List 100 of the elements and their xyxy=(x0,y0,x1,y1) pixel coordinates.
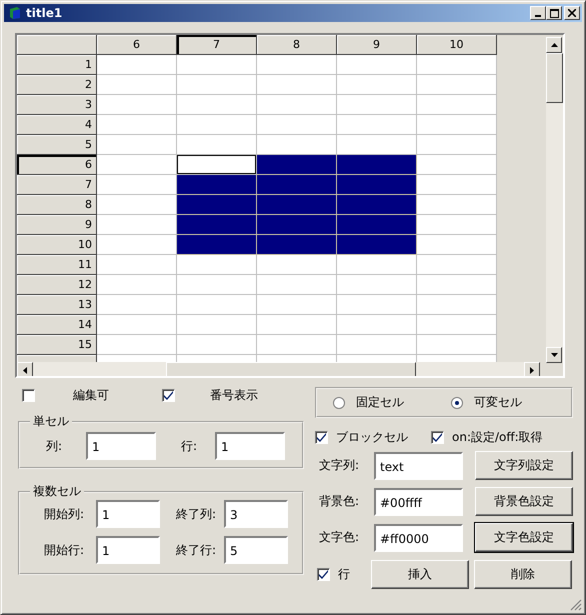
row-header[interactable]: 4 xyxy=(17,115,97,135)
maximize-button[interactable] xyxy=(546,6,562,20)
grid-cell[interactable] xyxy=(97,235,177,255)
grid-cell[interactable] xyxy=(257,135,337,155)
text-field[interactable]: 5 xyxy=(224,536,288,564)
grid-cell[interactable] xyxy=(257,315,337,335)
grid-cell[interactable] xyxy=(257,115,337,135)
grid-cell[interactable] xyxy=(337,215,417,235)
row-header[interactable]: 11 xyxy=(17,255,97,275)
grid-cell[interactable] xyxy=(177,275,257,295)
text-field[interactable]: #00ffff xyxy=(374,488,463,516)
grid-cell[interactable] xyxy=(417,255,497,275)
scroll-down-button[interactable] xyxy=(546,347,562,363)
set-button[interactable]: 背景色設定 xyxy=(475,487,573,516)
grid-cell[interactable] xyxy=(337,335,417,355)
grid-cell[interactable] xyxy=(337,195,417,215)
text-field[interactable]: #ff0000 xyxy=(374,524,463,552)
grid-cell[interactable] xyxy=(177,95,257,115)
radio-button[interactable] xyxy=(451,396,463,408)
grid-cell[interactable] xyxy=(337,235,417,255)
grid-cell[interactable] xyxy=(177,235,257,255)
row-header[interactable]: 1 xyxy=(17,55,97,75)
grid-cell[interactable] xyxy=(97,335,177,355)
grid-cell[interactable] xyxy=(417,215,497,235)
row-header[interactable]: 6 xyxy=(17,155,97,175)
scroll-thumb[interactable] xyxy=(166,362,416,376)
checkbox[interactable] xyxy=(22,388,35,402)
grid-cell[interactable] xyxy=(417,115,497,135)
grid-cell[interactable] xyxy=(337,315,417,335)
row-header[interactable]: 14 xyxy=(17,315,97,335)
text-field[interactable]: 1 xyxy=(86,432,156,460)
grid-cell[interactable] xyxy=(257,215,337,235)
radio-button[interactable] xyxy=(333,396,345,408)
set-button[interactable]: 文字色設定 xyxy=(475,523,573,552)
row-header[interactable]: 5 xyxy=(17,135,97,155)
column-header[interactable]: 7 xyxy=(177,35,257,55)
grid-cell[interactable] xyxy=(97,315,177,335)
grid-cell[interactable] xyxy=(97,175,177,195)
checkbox[interactable] xyxy=(431,430,444,444)
row-header[interactable]: 2 xyxy=(17,75,97,95)
action-button[interactable]: 挿入 xyxy=(371,560,469,588)
grid-cell[interactable] xyxy=(97,135,177,155)
scroll-up-button[interactable] xyxy=(546,37,562,53)
row-header[interactable]: 9 xyxy=(17,215,97,235)
grid-cell[interactable] xyxy=(257,235,337,255)
scroll-left-button[interactable] xyxy=(17,362,33,376)
grid-cell[interactable] xyxy=(337,175,417,195)
grid-cell[interactable] xyxy=(177,115,257,135)
grid-cell[interactable] xyxy=(97,155,177,175)
close-button[interactable] xyxy=(564,6,580,20)
grid-cell[interactable] xyxy=(337,295,417,315)
scroll-thumb[interactable] xyxy=(546,53,563,103)
grid-cell[interactable] xyxy=(177,175,257,195)
grid-cell[interactable] xyxy=(257,295,337,315)
grid-cell[interactable] xyxy=(337,155,417,175)
grid-cell[interactable] xyxy=(417,75,497,95)
grid-cell[interactable] xyxy=(337,135,417,155)
row-header[interactable]: 3 xyxy=(17,95,97,115)
column-header[interactable]: 6 xyxy=(97,35,177,55)
grid-cell[interactable] xyxy=(257,275,337,295)
column-header[interactable]: 10 xyxy=(417,35,497,55)
grid-cell[interactable] xyxy=(97,195,177,215)
grid-cell[interactable] xyxy=(257,95,337,115)
grid-cell[interactable] xyxy=(177,295,257,315)
minimize-button[interactable] xyxy=(530,6,546,20)
grid-cell[interactable] xyxy=(97,115,177,135)
grid-cell[interactable] xyxy=(177,335,257,355)
grid-cell[interactable] xyxy=(417,55,497,75)
grid-cell[interactable] xyxy=(417,275,497,295)
grid-cell[interactable] xyxy=(417,315,497,335)
vertical-scrollbar[interactable] xyxy=(546,35,563,363)
grid-cell[interactable] xyxy=(417,155,497,175)
grid-cell[interactable] xyxy=(417,295,497,315)
checkbox[interactable] xyxy=(162,388,175,402)
action-button[interactable]: 削除 xyxy=(474,560,572,588)
grid-cell[interactable] xyxy=(417,235,497,255)
grid-cell[interactable] xyxy=(337,95,417,115)
column-header[interactable]: 9 xyxy=(337,35,417,55)
scroll-right-button[interactable] xyxy=(524,362,540,376)
grid-cell[interactable] xyxy=(337,115,417,135)
row-header[interactable]: 7 xyxy=(17,175,97,195)
grid-cell[interactable] xyxy=(97,215,177,235)
grid-cell[interactable] xyxy=(257,55,337,75)
text-field[interactable]: 1 xyxy=(96,500,160,528)
grid-cell[interactable] xyxy=(177,195,257,215)
grid-cell[interactable] xyxy=(177,155,257,175)
grid-cell[interactable] xyxy=(337,75,417,95)
grid-cell[interactable] xyxy=(177,215,257,235)
checkbox[interactable] xyxy=(315,430,328,444)
grid-cell[interactable] xyxy=(257,255,337,275)
grid-cell[interactable] xyxy=(417,335,497,355)
text-field[interactable]: text xyxy=(374,452,463,480)
grid-cell[interactable] xyxy=(257,155,337,175)
grid-cell[interactable] xyxy=(417,95,497,115)
grid-cell[interactable] xyxy=(177,315,257,335)
grid-cell[interactable] xyxy=(257,175,337,195)
grid-cell[interactable] xyxy=(257,335,337,355)
grid-cell[interactable] xyxy=(177,75,257,95)
grid-cell[interactable] xyxy=(417,175,497,195)
grid-cell[interactable] xyxy=(97,55,177,75)
